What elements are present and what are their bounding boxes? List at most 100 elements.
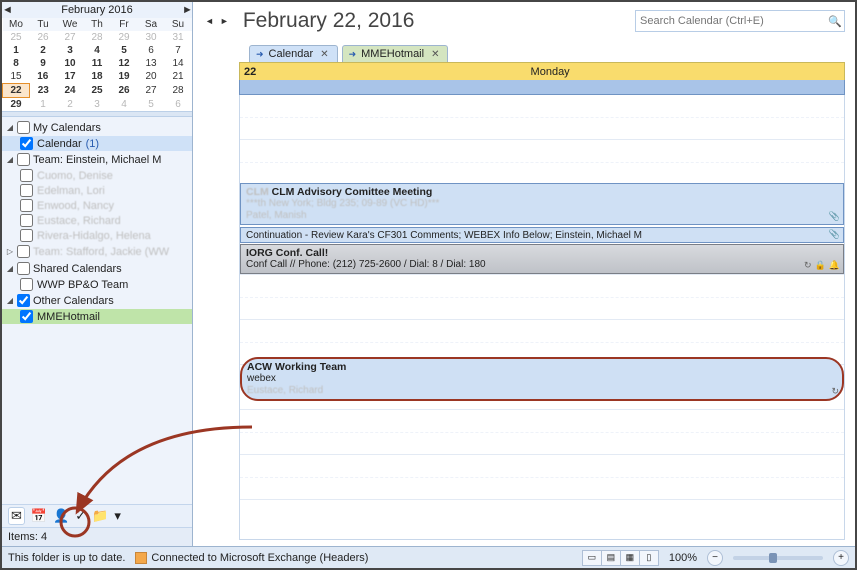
mini-day[interactable]: 21	[165, 70, 192, 84]
prev-month-icon[interactable]: ◄	[2, 4, 12, 16]
group-checkbox[interactable]	[17, 294, 30, 307]
mini-day[interactable]: 4	[111, 98, 138, 112]
tree-item[interactable]: Edelman, Lori	[2, 183, 192, 198]
mini-day[interactable]: 22	[3, 84, 30, 98]
tree-group[interactable]: ◢Team: Einstein, Michael M	[2, 151, 192, 168]
nav-overflow-icon[interactable]: ▾	[114, 508, 121, 524]
close-tab-icon[interactable]: ✕	[429, 49, 441, 60]
expand-icon[interactable]: ◢	[6, 155, 14, 164]
appt-iorg[interactable]: IORG Conf. Call! Conf Call // Phone: (21…	[240, 244, 844, 274]
mini-day[interactable]: 26	[111, 84, 138, 98]
mini-day[interactable]: 10	[57, 57, 84, 70]
zoom-in-button[interactable]: +	[833, 550, 849, 566]
mini-day[interactable]: 30	[138, 31, 165, 44]
mini-day[interactable]: 29	[3, 98, 30, 112]
time-slot[interactable]	[240, 455, 844, 500]
mini-day[interactable]: 3	[57, 44, 84, 57]
close-tab-icon[interactable]: ✕	[318, 49, 330, 60]
mini-day[interactable]: 6	[165, 98, 192, 112]
group-checkbox[interactable]	[17, 153, 30, 166]
contacts-icon[interactable]: 👤	[53, 508, 69, 524]
mini-day[interactable]: 1	[3, 44, 30, 57]
tree-item[interactable]: MMEHotmail	[2, 309, 192, 324]
mini-day[interactable]: 4	[84, 44, 111, 57]
zoom-out-button[interactable]: −	[707, 550, 723, 566]
search-icon[interactable]: 🔍	[826, 15, 844, 28]
tree-item[interactable]: Rivera-Hidalgo, Helena	[2, 228, 192, 243]
item-checkbox[interactable]	[20, 229, 33, 242]
mini-day[interactable]: 25	[84, 84, 111, 98]
calendar-tab[interactable]: ➜MMEHotmail✕	[342, 45, 449, 62]
view-grid-icon[interactable]: ▦	[621, 551, 640, 565]
mini-day[interactable]: 20	[138, 70, 165, 84]
group-checkbox[interactable]	[17, 245, 30, 258]
mini-calendar-title[interactable]: February 2016	[12, 4, 182, 16]
mini-day[interactable]: 16	[30, 70, 57, 84]
mini-day[interactable]: 11	[84, 57, 111, 70]
item-checkbox[interactable]	[20, 169, 33, 182]
mini-day[interactable]: 5	[138, 98, 165, 112]
mini-day[interactable]: 2	[57, 98, 84, 112]
tree-item[interactable]: Cuomo, Denise	[2, 168, 192, 183]
mini-day[interactable]: 3	[84, 98, 111, 112]
mini-day[interactable]: 8	[3, 57, 30, 70]
time-slot[interactable]	[240, 140, 844, 185]
mini-day[interactable]: 28	[165, 84, 192, 98]
tree-item[interactable]: Eustace, Richard	[2, 213, 192, 228]
appt-continuation[interactable]: Continuation - Review Kara's CF301 Comme…	[240, 227, 844, 243]
tree-item[interactable]: WWP BP&O Team	[2, 277, 192, 292]
calendar-tab[interactable]: ➜Calendar✕	[249, 45, 338, 62]
tree-group[interactable]: ◢My Calendars	[2, 119, 192, 136]
zoom-thumb[interactable]	[769, 553, 777, 563]
time-grid[interactable]: 8 am9 0010 0011 0012 pm1 002 003 005 00 …	[239, 95, 845, 540]
mini-day[interactable]: 31	[165, 31, 192, 44]
folder-icon[interactable]: 📁	[92, 508, 108, 524]
mini-day[interactable]: 28	[84, 31, 111, 44]
mini-day[interactable]: 24	[57, 84, 84, 98]
search-box[interactable]: 🔍	[635, 10, 845, 32]
mini-day[interactable]: 5	[111, 44, 138, 57]
calendar-icon[interactable]: 📅	[31, 508, 47, 524]
time-slot[interactable]	[240, 410, 844, 455]
mini-day[interactable]: 15	[3, 70, 30, 84]
mini-day[interactable]: 25	[3, 31, 30, 44]
view-normal-icon[interactable]: ▭	[583, 551, 602, 565]
tree-group[interactable]: ◢Shared Calendars	[2, 260, 192, 277]
expand-icon[interactable]: ◢	[6, 264, 14, 273]
mini-day[interactable]: 19	[111, 70, 138, 84]
tree-item[interactable]: Calendar (1)	[2, 136, 192, 151]
tree-group[interactable]: ◢Other Calendars	[2, 292, 192, 309]
mini-day[interactable]: 27	[57, 31, 84, 44]
mini-day[interactable]: 1	[30, 98, 57, 112]
appt-advisory[interactable]: CLM CLM Advisory Comittee Meeting ***th …	[240, 183, 844, 225]
tasks-icon[interactable]: ✓	[75, 508, 86, 524]
item-checkbox[interactable]	[20, 278, 33, 291]
item-checkbox[interactable]	[20, 310, 33, 323]
mini-day[interactable]: 13	[138, 57, 165, 70]
view-reading-icon[interactable]: ▯	[640, 551, 658, 565]
mini-day[interactable]: 23	[30, 84, 57, 98]
next-day-icon[interactable]: ►	[218, 14, 231, 28]
view-switcher[interactable]: ▭ ▤ ▦ ▯	[582, 550, 659, 566]
allday-row[interactable]	[239, 80, 845, 95]
item-checkbox[interactable]	[20, 199, 33, 212]
mini-day[interactable]: 17	[57, 70, 84, 84]
mini-day[interactable]: 27	[138, 84, 165, 98]
expand-icon[interactable]: ◢	[6, 296, 14, 305]
mail-icon[interactable]: ✉	[8, 507, 25, 525]
time-slot[interactable]	[240, 95, 844, 140]
mini-day[interactable]: 12	[111, 57, 138, 70]
item-checkbox[interactable]	[20, 214, 33, 227]
item-checkbox[interactable]	[20, 184, 33, 197]
tree-item[interactable]: Enwood, Nancy	[2, 198, 192, 213]
mini-day[interactable]: 6	[138, 44, 165, 57]
search-input[interactable]	[636, 15, 826, 27]
mini-calendar[interactable]: MoTuWeThFrSaSu25262728293031123456789101…	[2, 18, 192, 111]
mini-day[interactable]: 9	[30, 57, 57, 70]
tree-group[interactable]: ▷Team: Stafford, Jackie (WW	[2, 243, 192, 260]
day-header-cell[interactable]: 22 Monday	[239, 62, 845, 80]
item-checkbox[interactable]	[20, 137, 33, 150]
expand-icon[interactable]: ▷	[6, 247, 14, 256]
group-checkbox[interactable]	[17, 121, 30, 134]
appt-acw[interactable]: ACW Working Team webex Eustace, Richard …	[240, 357, 844, 401]
